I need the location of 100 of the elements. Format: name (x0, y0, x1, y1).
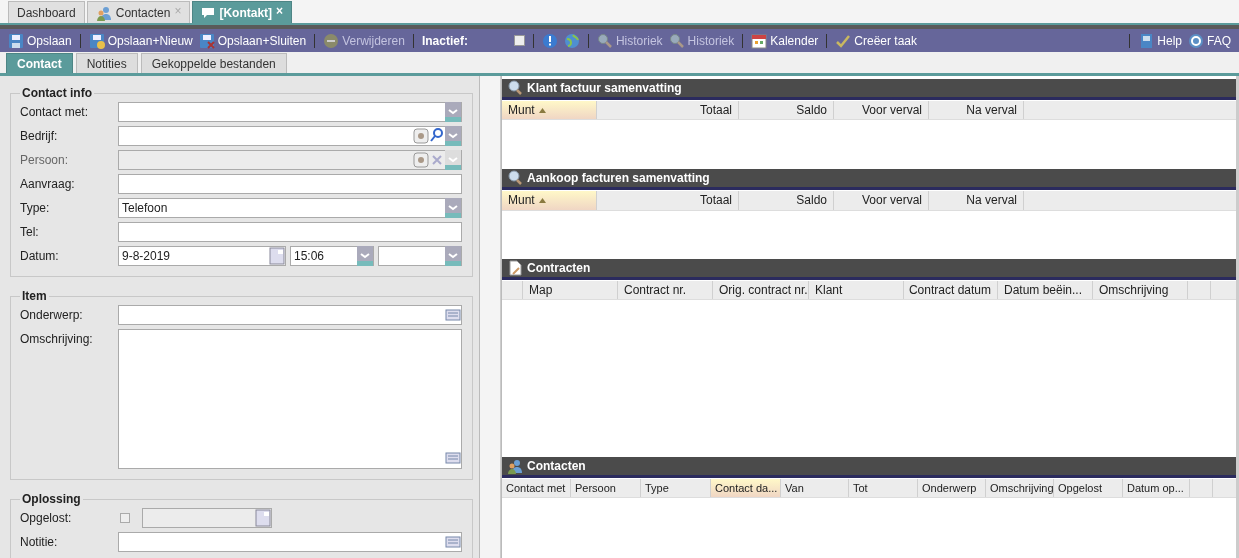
dropdown-field[interactable] (378, 246, 462, 266)
column-header[interactable]: Onderwerp (918, 478, 986, 497)
input-field[interactable] (118, 532, 462, 552)
field-label: Datum: (20, 248, 60, 265)
document-tab[interactable]: Contacten × (86, 1, 191, 23)
column-header[interactable]: Omschrijving (986, 478, 1054, 497)
time-field[interactable]: 15:06 (290, 246, 374, 266)
column-header[interactable]: Totaal (597, 101, 739, 120)
toolbar-button[interactable]: FAQ (1188, 31, 1231, 50)
field-label: Onderwerp: (20, 307, 84, 324)
field-label: Aanvraag: (20, 176, 76, 193)
input-field[interactable] (118, 222, 462, 242)
sub-tab[interactable]: Notities (75, 53, 138, 73)
section-title: Oplossing (21, 491, 82, 508)
field-label: Contact met: (20, 104, 90, 121)
panel-title: Aankoop facturen samenvatting (527, 170, 710, 188)
column-header[interactable]: Totaal (597, 191, 739, 210)
dropdown-icon (445, 150, 461, 170)
text-area[interactable] (118, 329, 462, 469)
checkbox[interactable] (513, 35, 525, 46)
toolbar-button[interactable]: Opslaan+Sluiten (198, 31, 307, 50)
column-header[interactable]: Datum op... (1123, 478, 1190, 497)
document-icon (507, 259, 523, 276)
date-field[interactable]: 9-8-2019 (118, 246, 286, 266)
inactive-label: Inactief: (421, 32, 468, 50)
lookup-field[interactable] (118, 126, 462, 146)
dropdown-icon (445, 102, 461, 122)
column-header[interactable]: Saldo (739, 101, 834, 120)
info-icon (541, 32, 558, 49)
column-header[interactable]: Munt (502, 101, 597, 120)
input-field[interactable] (118, 174, 462, 194)
splitter[interactable] (480, 76, 501, 558)
book-icon (1138, 32, 1155, 49)
tab-label: [Kontakt] (219, 4, 273, 22)
toolbar-button[interactable]: Opslaan+Nieuw (88, 31, 193, 50)
column-header[interactable]: Na verval (929, 101, 1024, 120)
column-header[interactable]: Map (523, 280, 618, 299)
calendar-icon (751, 32, 768, 49)
field-label: Opgelost: (20, 510, 73, 527)
dropdown-icon (445, 198, 461, 218)
sub-tab[interactable]: Gekoppelde bestanden (140, 53, 287, 73)
field-label: Type: (20, 200, 51, 217)
column-header[interactable]: Saldo (739, 191, 834, 210)
toolbar-button[interactable]: Kalender (751, 31, 819, 50)
dropdown-icon (357, 246, 373, 266)
field-label: Persoon: (20, 152, 70, 169)
column-header[interactable]: Voor verval (834, 101, 929, 120)
people-icon (507, 457, 523, 474)
panel-title: Contacten (527, 457, 586, 475)
panel-title: Klant factuur samenvatting (527, 80, 682, 97)
field-label: Bedrijf: (20, 128, 59, 145)
column-header[interactable]: Orig. contract nr. (713, 280, 809, 299)
calendar-icon (269, 246, 285, 266)
column-header[interactable]: Na verval (929, 191, 1024, 210)
floppy-icon (8, 32, 24, 49)
toolbar-button[interactable]: Creëer taak (835, 31, 917, 50)
minus-circle-icon (323, 32, 340, 49)
magnifier-icon (507, 170, 523, 187)
globe-icon (563, 32, 580, 49)
field-label: Omschrijving: (20, 331, 94, 348)
people-icon (95, 4, 112, 21)
field-label: Notitie: (20, 534, 59, 551)
column-header[interactable]: Datum beëin... (998, 280, 1093, 299)
floppy-icon (88, 32, 105, 49)
column-header[interactable]: Contact da... (711, 478, 781, 497)
magnifier-icon (507, 80, 523, 96)
column-header[interactable]: Contact met (502, 478, 571, 497)
column-header[interactable]: Klant (809, 280, 904, 299)
speech-bubble-icon (201, 6, 216, 19)
column-header[interactable]: Voor verval (834, 191, 929, 210)
panel-title: Contracten (527, 259, 591, 277)
column-header[interactable]: Opgelost (1054, 478, 1123, 497)
column-header[interactable]: Van (781, 478, 849, 497)
dropdown-icon (445, 246, 461, 266)
column-header[interactable]: Contract datum (904, 280, 998, 299)
section-title: Contact info (21, 85, 93, 102)
column-header[interactable]: Persoon (571, 478, 641, 497)
floppy-icon (198, 32, 215, 49)
column-header[interactable]: Contract nr. (618, 280, 713, 299)
dropdown-field[interactable]: Telefoon (118, 198, 462, 218)
tab-label: Dashboard (17, 4, 76, 22)
column-header[interactable]: Omschrijving (1093, 280, 1188, 299)
toolbar-button[interactable]: Help (1138, 31, 1182, 50)
dropdown-field[interactable] (118, 102, 462, 122)
column-header[interactable]: Munt (502, 191, 597, 210)
icon-button[interactable] (563, 32, 580, 49)
document-tab[interactable]: Dashboard (8, 1, 85, 23)
section-title: Item (21, 288, 48, 305)
icon-button[interactable] (541, 32, 558, 49)
calendar-icon (255, 508, 271, 528)
sort-arrow-icon (538, 107, 546, 113)
magnifier-icon (668, 32, 685, 49)
dropdown-icon (445, 126, 461, 146)
sort-arrow-icon (538, 197, 546, 203)
column-header[interactable]: Tot (849, 478, 918, 497)
toolbar-button[interactable]: Opslaan (8, 31, 72, 50)
question-icon (1188, 32, 1204, 49)
tab-label: Contacten (115, 4, 171, 22)
clear-icon (413, 126, 429, 146)
input-field[interactable] (118, 305, 462, 325)
